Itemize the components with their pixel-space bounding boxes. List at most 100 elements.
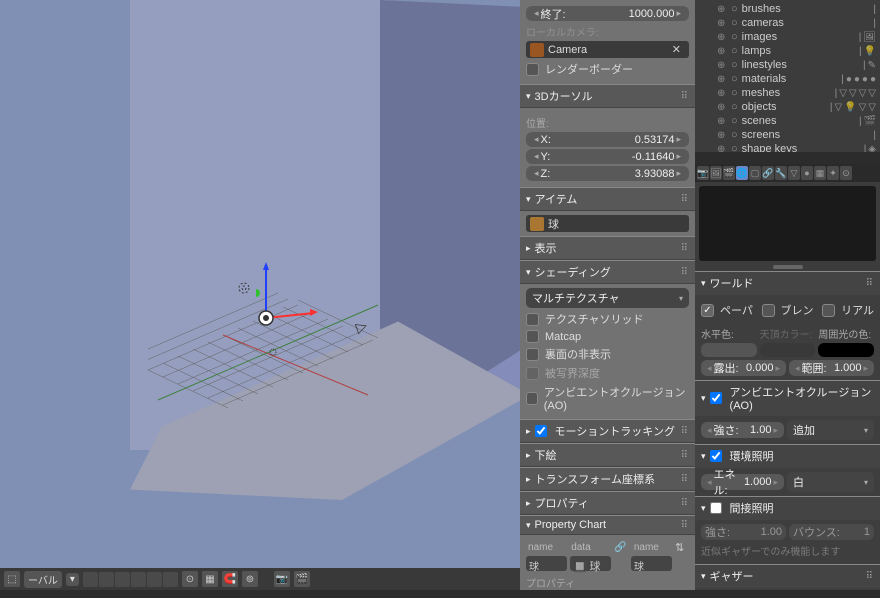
render-icon[interactable]: 📷 [274, 571, 290, 587]
outliner-item-screens[interactable]: ⊕○screens| [699, 128, 876, 142]
backface-check[interactable]: 裏面の非表示 [526, 346, 689, 362]
ao-check[interactable]: アンビエントオクルージョン(AO) [526, 384, 689, 412]
panel-item[interactable]: アイテム⠿ [520, 187, 695, 211]
tab-material[interactable]: ● [801, 166, 813, 180]
range-field[interactable]: ◂範囲:1.000▸ [789, 360, 874, 376]
exposure-field[interactable]: ◂露出:0.000▸ [701, 360, 786, 376]
mode-select[interactable]: ーバル [24, 571, 62, 588]
panel-grease-pencil[interactable]: 下絵⠿ [520, 443, 695, 467]
panel-motion-tracking[interactable]: モーショントラッキング⠿ [520, 419, 695, 443]
item-name-field[interactable]: 球 [526, 215, 689, 232]
pivot-icon[interactable]: ⊙ [182, 571, 198, 587]
tab-render[interactable]: 📷 [697, 166, 709, 180]
clear-icon[interactable]: ✕ [668, 43, 685, 56]
cursor-z[interactable]: ◂Z:3.93088▸ [526, 166, 689, 181]
shade-wire[interactable] [99, 572, 114, 587]
panel-world[interactable]: ワールド⠿ [695, 271, 880, 295]
panel-gather[interactable]: ギャザー⠿ [695, 564, 880, 588]
render-border-check[interactable]: レンダーボーダー [526, 61, 689, 77]
blend-sky-check[interactable]: ブレン [762, 302, 814, 318]
outliner-item-objects[interactable]: ⊕○objects|▽💡▽▽ [699, 100, 876, 114]
real-sky-check[interactable]: リアル [822, 302, 874, 318]
env-color-select[interactable]: 白 [787, 472, 874, 492]
chart-name2-field[interactable]: 球 [631, 556, 672, 571]
ambient-color[interactable] [818, 343, 874, 357]
editor-type-icon[interactable]: ⬚ [4, 571, 20, 587]
properties-region: ⊕○brushes| ⊕○cameras| ⊕○images|🖼 ⊕○lamps… [695, 0, 880, 598]
ao-blend-select[interactable]: 追加 [787, 420, 874, 440]
viewport-header: ⬚ ーバル ▾ ⊙ ▦ 🧲 ⊚ 📷 🎬 [0, 568, 520, 590]
tab-scene[interactable]: 🎬 [723, 166, 735, 180]
properties-tabs: 📷 🖼 🎬 🌐 ▢ 🔗 🔧 ▽ ● ▦ ✦ ⊙ [695, 164, 880, 182]
outliner-item-cameras[interactable]: ⊕○cameras| [699, 16, 876, 30]
lamp-icon [236, 280, 252, 296]
camera-name: Camera [548, 44, 587, 56]
tab-render-layers[interactable]: 🖼 [710, 166, 722, 180]
tab-texture[interactable]: ▦ [814, 166, 826, 180]
outliner[interactable]: ⊕○brushes| ⊕○cameras| ⊕○images|🖼 ⊕○lamps… [695, 0, 880, 152]
panel-display[interactable]: 表示⠿ [520, 236, 695, 260]
panel-property-chart[interactable]: Property Chart⠿ [520, 515, 695, 535]
tab-constraints[interactable]: 🔗 [762, 166, 774, 180]
proportional-icon[interactable]: ⊚ [242, 571, 258, 587]
outliner-item-shapekeys[interactable]: ⊕○shape keys|◈ [699, 142, 876, 152]
env-energy-field[interactable]: ◂エネル:1.000▸ [701, 474, 784, 490]
layers-icon[interactable]: ▦ [202, 571, 218, 587]
panel-indirect[interactable]: 間接照明 [695, 496, 880, 520]
tex-solid-check[interactable]: テクスチャソリッド [526, 311, 689, 327]
outliner-item-materials[interactable]: ⊕○materials|●●●● [699, 72, 876, 86]
shade-bbox[interactable] [83, 572, 98, 587]
chart-name-field[interactable]: 球 [526, 556, 567, 571]
cursor-y[interactable]: ◂Y:-0.11640▸ [526, 149, 689, 164]
panel-properties[interactable]: プロパティ⠿ [520, 491, 695, 515]
local-camera-label: ローカルカメラ: [526, 24, 689, 39]
decrement-icon[interactable]: ◂ [532, 8, 541, 19]
shade-mat[interactable] [147, 572, 162, 587]
camera-field[interactable]: Camera ✕ [526, 41, 689, 58]
cursor-x[interactable]: ◂X:0.53174▸ [526, 132, 689, 147]
matcap-check[interactable]: Matcap [526, 330, 689, 343]
shading-mode-select[interactable]: マルチテクスチャ [526, 288, 689, 308]
transform-gizmo[interactable] [256, 258, 336, 338]
shade-render[interactable] [163, 572, 178, 587]
outliner-item-meshes[interactable]: ⊕○meshes|▽▽▽▽ [699, 86, 876, 100]
zenith-color [760, 343, 816, 357]
shade-tex[interactable] [131, 572, 146, 587]
panel-shading[interactable]: シェーディング⠿ [520, 260, 695, 284]
dof-check: 被写界深度 [526, 365, 689, 381]
horizon-label: 水平色: [701, 326, 757, 341]
ao-factor-field[interactable]: ◂強さ:1.00▸ [701, 422, 784, 438]
property-label: プロパティ [526, 575, 689, 590]
position-label: 位置: [526, 115, 689, 130]
preview-resize-handle[interactable] [773, 265, 803, 269]
world-preview[interactable] [699, 186, 876, 261]
outliner-item-images[interactable]: ⊕○images|🖼 [699, 30, 876, 44]
snap-icon[interactable]: 🧲 [222, 571, 238, 587]
prop-chart-sort[interactable]: ⇅ [675, 541, 689, 554]
tab-particles[interactable]: ✦ [827, 166, 839, 180]
outliner-item-brushes[interactable]: ⊕○brushes| [699, 2, 876, 16]
panel-ao[interactable]: アンビエントオクルージョン(AO) [695, 380, 880, 416]
orientation-select[interactable]: ▾ [66, 573, 79, 586]
tab-object[interactable]: ▢ [749, 166, 761, 180]
increment-icon[interactable]: ▸ [674, 8, 683, 19]
panel-3d-cursor[interactable]: 3Dカーソル⠿ [520, 84, 695, 108]
panel-env-lighting[interactable]: 環境照明 [695, 444, 880, 468]
outliner-item-lamps[interactable]: ⊕○lamps|💡 [699, 44, 876, 58]
tab-physics[interactable]: ⊙ [840, 166, 852, 180]
horizon-color[interactable] [701, 343, 757, 357]
tab-data[interactable]: ▽ [788, 166, 800, 180]
end-frame-field[interactable]: ◂ 終了: 1000.000 ▸ [526, 6, 689, 21]
outliner-item-linestyles[interactable]: ⊕○linestyles|✎ [699, 58, 876, 72]
tab-world[interactable]: 🌐 [736, 166, 748, 180]
paper-sky-check[interactable]: ペーパ [701, 302, 753, 318]
zenith-label: 天頂カラー: [760, 326, 816, 341]
shade-solid[interactable] [115, 572, 130, 587]
chart-data-field[interactable]: 🔲 球 [570, 556, 611, 571]
viewport-3d[interactable]: ▷ [0, 0, 520, 568]
panel-transform-orient[interactable]: トランスフォーム座標系⠿ [520, 467, 695, 491]
tab-modifiers[interactable]: 🔧 [775, 166, 787, 180]
outliner-item-scenes[interactable]: ⊕○scenes|🎬 [699, 114, 876, 128]
movie-icon[interactable]: 🎬 [294, 571, 310, 587]
timeline-bar[interactable] [0, 590, 880, 598]
